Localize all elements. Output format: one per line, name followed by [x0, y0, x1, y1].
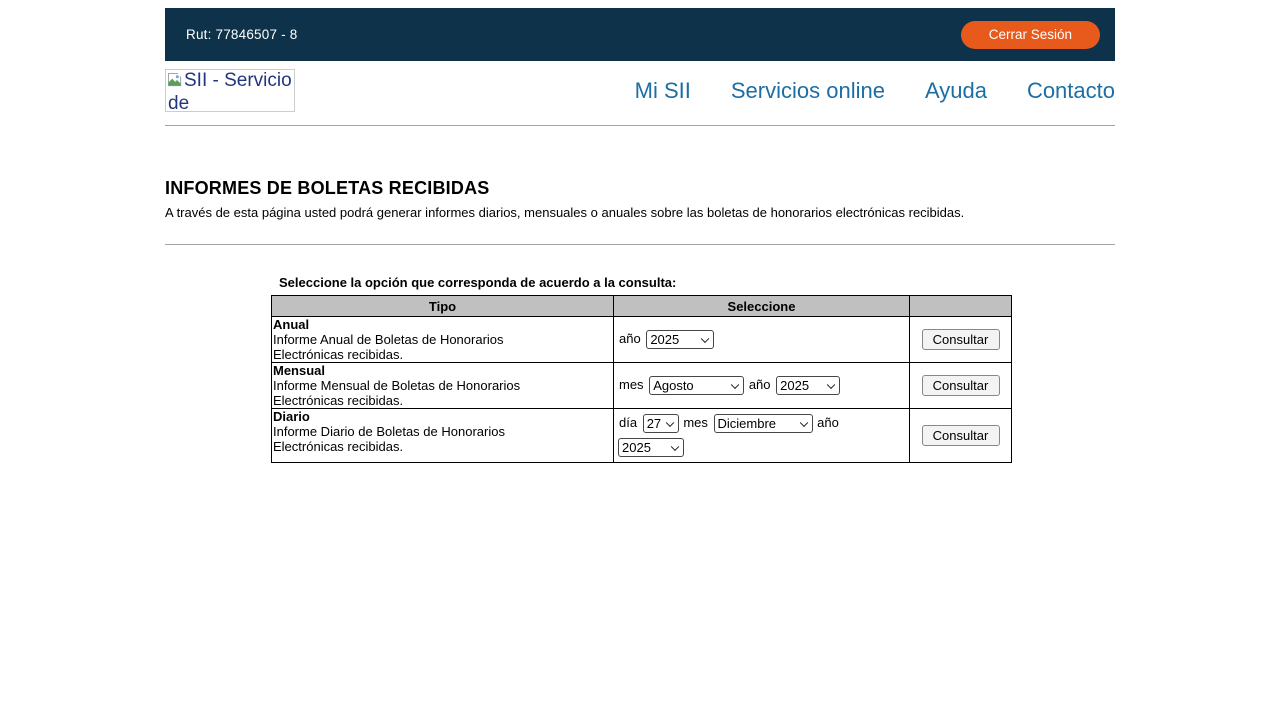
daily-consult-button[interactable]: Consultar [922, 425, 1000, 446]
annual-year-select[interactable]: 2025 [646, 330, 714, 349]
daily-day-select[interactable]: 27 [643, 414, 679, 433]
annual-consult-button[interactable]: Consultar [922, 329, 1000, 350]
main-nav: Mi SII Servicios online Ayuda Contacto [635, 78, 1115, 104]
monthly-year-select[interactable]: 2025 [776, 376, 840, 395]
page-container: Rut: 77846507 - 8 Cerrar Sesión SII - Se… [165, 8, 1115, 463]
column-header-seleccione: Seleccione [614, 296, 910, 317]
logout-button[interactable]: Cerrar Sesión [961, 21, 1100, 49]
consult-section: Seleccione la opción que corresponda de … [271, 275, 1115, 463]
page-title: INFORMES DE BOLETAS RECIBIDAS [165, 178, 1115, 199]
row-description: Informe Diario de Boletas de Honorarios … [273, 424, 541, 454]
row-type-label: Diario [273, 409, 611, 424]
daily-month-select[interactable]: Diciembre [714, 414, 813, 433]
header-row: SII - Servicio de Mi SII Servicios onlin… [165, 69, 1115, 113]
table-header-row: Tipo Seleccione [272, 296, 1012, 317]
table-prompt: Seleccione la opción que corresponda de … [279, 275, 1115, 290]
monthly-month-label: mes [619, 377, 644, 392]
nav-link-servicios-online[interactable]: Servicios online [731, 78, 885, 104]
table-row-mensual: Mensual Informe Mensual de Boletas de Ho… [272, 363, 1012, 409]
top-bar: Rut: 77846507 - 8 Cerrar Sesión [165, 8, 1115, 61]
table-row-anual: Anual Informe Anual de Boletas de Honora… [272, 317, 1012, 363]
rut-label: Rut: 77846507 - 8 [186, 27, 297, 42]
logo-alt-text: SII - Servicio de [168, 70, 292, 112]
table-row-diario: Diario Informe Diario de Boletas de Hono… [272, 409, 1012, 463]
row-description: Informe Mensual de Boletas de Honorarios… [273, 378, 541, 408]
daily-year-label: año [817, 415, 839, 430]
reports-table: Tipo Seleccione Anual Informe Anual de B… [271, 295, 1012, 463]
row-type-label: Mensual [273, 363, 611, 378]
broken-image-icon [168, 72, 183, 93]
monthly-year-label: año [749, 377, 771, 392]
page-description: A través de esta página usted podrá gene… [165, 205, 1115, 220]
nav-link-contacto[interactable]: Contacto [1027, 78, 1115, 104]
column-header-empty [910, 296, 1012, 317]
daily-month-label: mes [683, 415, 708, 430]
annual-year-label: año [619, 331, 641, 346]
nav-link-mi-sii[interactable]: Mi SII [635, 78, 691, 104]
content-divider [165, 244, 1115, 245]
daily-year-select[interactable]: 2025 [618, 438, 684, 457]
sii-logo-broken-image[interactable]: SII - Servicio de [165, 69, 295, 112]
row-type-label: Anual [273, 317, 611, 332]
header-divider [165, 125, 1115, 126]
daily-day-label: día [619, 415, 637, 430]
nav-link-ayuda[interactable]: Ayuda [925, 78, 987, 104]
column-header-tipo: Tipo [272, 296, 614, 317]
monthly-consult-button[interactable]: Consultar [922, 375, 1000, 396]
monthly-month-select[interactable]: Agosto [649, 376, 744, 395]
row-description: Informe Anual de Boletas de Honorarios E… [273, 332, 541, 362]
